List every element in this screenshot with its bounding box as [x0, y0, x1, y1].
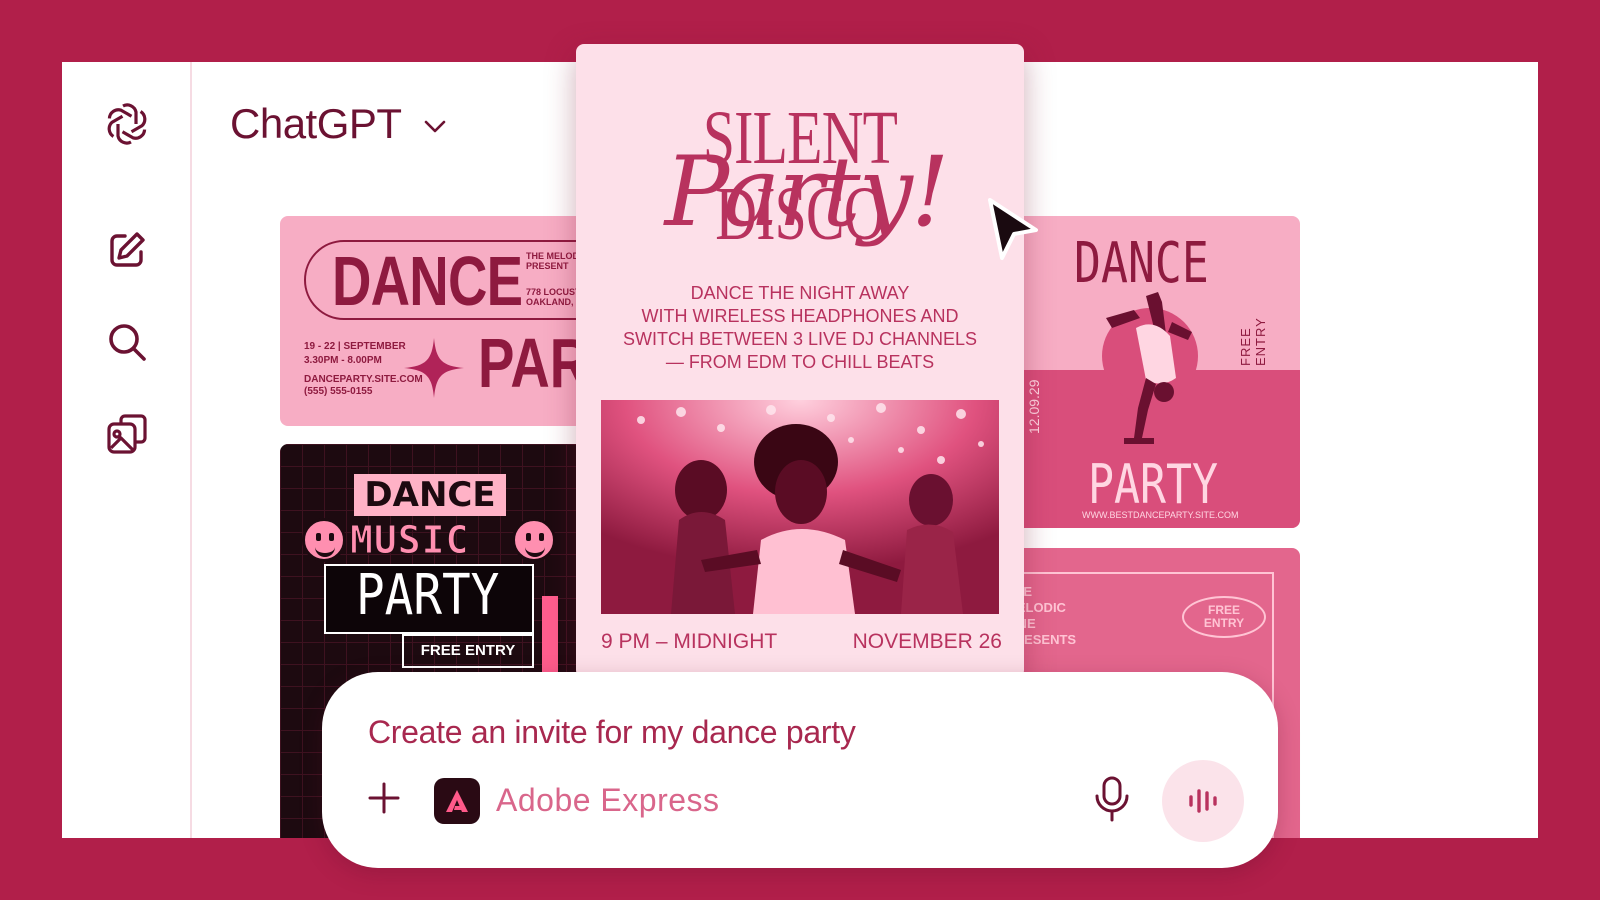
- voice-mode-button[interactable]: [1162, 760, 1244, 842]
- flyer-address: 778 LOCUST OAKLAND, C: [526, 287, 583, 307]
- tool-label[interactable]: Adobe Express: [496, 782, 720, 819]
- search-icon[interactable]: [103, 318, 151, 366]
- mouse-cursor-icon: [988, 198, 1038, 260]
- add-attachment-button[interactable]: [362, 776, 406, 820]
- flyer-line-2: MUSIC: [349, 518, 470, 563]
- flyer-free-entry: FREE ENTRY: [1238, 317, 1268, 366]
- flyer-line-1: DANCE: [354, 474, 506, 516]
- smiley-icon: [512, 518, 556, 562]
- adobe-express-icon[interactable]: [434, 778, 480, 824]
- flyer-time: 9 PM – MIDNIGHT: [601, 630, 778, 653]
- flyer-website: WWW.BESTDANCEPARTY.SITE.COM: [1082, 510, 1239, 520]
- breakdancer-illustration: [1106, 292, 1192, 444]
- free-entry-badge: FREE ENTRY: [402, 634, 534, 668]
- flyer-script-title: Party!: [664, 136, 950, 248]
- sparkle-icon: [404, 338, 464, 398]
- flyer-date: 12.09.29: [1026, 379, 1042, 435]
- smiley-icon: [302, 518, 346, 562]
- dance-party-flyer-left[interactable]: DANCE THE MELODIC PRESENT 778 LOCUST OAKLA…: [280, 216, 610, 426]
- plus-icon: [368, 782, 400, 814]
- flyer-headline-2: PAR: [478, 324, 590, 402]
- sidebar: [62, 62, 192, 838]
- images-icon[interactable]: [103, 410, 151, 458]
- flyer-line-3: PARTY: [356, 563, 500, 628]
- flyer-headline: DANCE: [1074, 231, 1209, 296]
- new-chat-icon[interactable]: [103, 226, 151, 274]
- model-selector[interactable]: ChatGPT: [230, 100, 450, 148]
- flyer-headline: DANCE: [332, 242, 523, 320]
- prompt-composer[interactable]: Create an invite for my dance party Adob…: [322, 672, 1278, 868]
- chevron-down-icon: [424, 120, 445, 133]
- openai-logo-icon[interactable]: [103, 100, 151, 148]
- dictate-button[interactable]: [1090, 774, 1134, 824]
- flyer-headline-2: PARTY: [1088, 453, 1219, 516]
- flyer-description: DANCE THE NIGHT AWAY WITH WIRELESS HEADP…: [622, 283, 978, 372]
- flyer-date: NOVEMBER 26: [852, 630, 1002, 653]
- microphone-icon: [1095, 776, 1129, 822]
- flyer-dates: 19 - 22 | SEPTEMBER 3.30PM - 8.00PM: [304, 341, 406, 366]
- party-photo: [601, 400, 999, 614]
- app-title: ChatGPT: [230, 100, 402, 147]
- dance-party-flyer-right[interactable]: DANCE 12.09.29 FREE ENTRY PARTY WWW.BEST…: [1006, 216, 1300, 528]
- free-entry-badge: FREE ENTRY: [1182, 596, 1266, 638]
- voice-mode-icon: [1189, 789, 1217, 813]
- prompt-input[interactable]: Create an invite for my dance party: [368, 714, 856, 751]
- silent-disco-flyer[interactable]: SILENT DISCO Party! DANCE THE NIGHT AWAY…: [576, 44, 1024, 678]
